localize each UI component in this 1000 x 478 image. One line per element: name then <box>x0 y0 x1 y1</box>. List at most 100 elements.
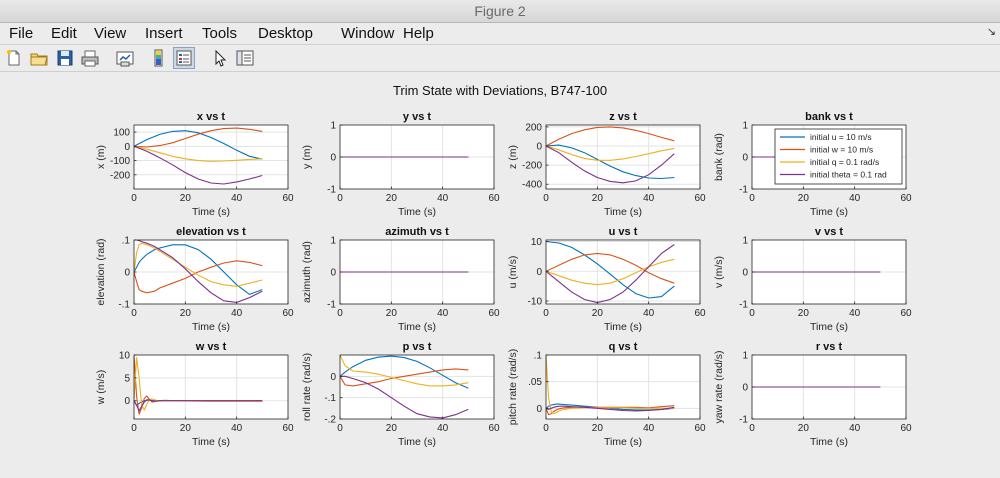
subplot-title: r vs t <box>816 341 843 353</box>
legend[interactable]: initial u = 10 m/s initial w = 10 m/s init… <box>774 128 903 185</box>
y-tick-label: -1 <box>327 185 336 196</box>
x-tick-label: 20 <box>592 423 604 434</box>
x-tick-label: 0 <box>543 423 549 434</box>
subplot-title: bank vs t <box>805 111 853 123</box>
y-tick-label: 1 <box>742 351 748 362</box>
y-tick-label: -.2 <box>324 415 336 426</box>
y-tick-label: 0 <box>536 267 542 278</box>
y-tick-label: .1 <box>534 351 543 362</box>
x-tick-label: 40 <box>437 308 449 319</box>
y-tick-label: 200 <box>525 122 542 133</box>
subplot-z-vs-t: 0 20 40 60 200 0 -200 -400 z vs t Time (s) z (m) <box>507 111 706 218</box>
menu-view[interactable]: View <box>94 23 126 44</box>
menu-file[interactable]: File <box>9 23 33 44</box>
menu-window[interactable]: Window <box>341 23 394 44</box>
y-axis-label: yaw rate (rad/s) <box>713 351 725 424</box>
x-tick-label: 60 <box>900 423 912 434</box>
legend-entry-3: initial q = 0.1 rad/s <box>810 157 879 167</box>
menu-desktop[interactable]: Desktop <box>258 23 313 44</box>
x-tick-label: 60 <box>488 423 500 434</box>
y-tick-label: 5 <box>124 373 130 384</box>
x-axis-label: Time (s) <box>192 321 230 333</box>
legend-entry-1: initial u = 10 m/s <box>810 132 872 142</box>
x-tick-label: 0 <box>337 193 343 204</box>
menu-help[interactable]: Help <box>403 23 434 44</box>
x-tick-label: 40 <box>849 193 861 204</box>
x-tick-label: 20 <box>180 423 192 434</box>
x-axis-label: Time (s) <box>810 206 848 218</box>
y-tick-label: 0 <box>742 268 748 279</box>
x-tick-label: 0 <box>337 423 343 434</box>
print-icon[interactable] <box>80 48 100 68</box>
subplot-title: q vs t <box>609 341 638 353</box>
y-tick-label: 0 <box>124 268 130 279</box>
y-axis-label: u (m/s) <box>507 256 519 289</box>
x-tick-label: 20 <box>798 193 810 204</box>
x-axis-label: Time (s) <box>810 321 848 333</box>
x-axis-label: Time (s) <box>398 321 436 333</box>
x-tick-label: 40 <box>231 423 243 434</box>
menu-edit[interactable]: Edit <box>51 23 77 44</box>
colorbar-icon[interactable] <box>149 48 169 68</box>
open-file-icon[interactable] <box>29 48 49 68</box>
x-tick-label: 20 <box>180 193 192 204</box>
x-axis-label: Time (s) <box>398 436 436 448</box>
x-tick-label: 20 <box>386 423 398 434</box>
x-axis-label: Time (s) <box>192 436 230 448</box>
save-icon[interactable] <box>55 48 75 68</box>
x-axis-label: Time (s) <box>604 321 642 333</box>
x-tick-label: 60 <box>282 423 294 434</box>
y-tick-label: -.1 <box>324 393 336 404</box>
legend-icon[interactable] <box>173 47 195 69</box>
y-tick-label: 0 <box>330 372 336 383</box>
subplot-y-vs-t: 0 20 40 6010-1y vs tTime (s)y (m) <box>301 111 500 218</box>
y-axis-label: z (m) <box>507 145 519 169</box>
x-tick-label: 20 <box>592 308 604 319</box>
subplot-bank-vs-t: 0 20 40 6010-1bank vs tTime (s)bank (rad) in… <box>713 111 912 218</box>
x-tick-label: 40 <box>643 193 655 204</box>
figure-canvas: Trim State with Deviations, B747-100 0 20… <box>0 72 1000 473</box>
link-plot-icon[interactable] <box>115 48 135 68</box>
x-axis-label: Time (s) <box>192 206 230 218</box>
menu-insert[interactable]: Insert <box>145 23 183 44</box>
y-tick-label: -1 <box>739 185 748 196</box>
subplot-elevation-vs-t: 0 20 40 60.10-.1elevation vs tTime (s)eleva… <box>95 226 294 333</box>
y-tick-label: 0 <box>742 153 748 164</box>
y-axis-label: y (m) <box>301 145 313 169</box>
subplot-w-vs-t: 0 20 40 60 10 5 0 w vs t Time (s) w (m/s) <box>95 341 294 448</box>
axes-background <box>340 355 494 419</box>
x-tick-label: 60 <box>282 193 294 204</box>
y-axis-label: x (m) <box>95 145 107 169</box>
x-tick-label: 0 <box>337 308 343 319</box>
new-figure-icon[interactable] <box>4 48 24 68</box>
x-tick-label: 0 <box>749 193 755 204</box>
y-axis-label: roll rate (rad/s) <box>301 353 313 421</box>
subplot-title: y vs t <box>403 111 431 123</box>
y-tick-label: 100 <box>113 128 130 139</box>
y-tick-label: -200 <box>110 170 130 181</box>
edit-plot-icon[interactable] <box>210 48 230 68</box>
subplot-v-vs-t: 0 20 40 6010-1v vs tTime (s)v (m/s) <box>713 226 912 333</box>
dock-arrow-icon[interactable]: ↘ <box>987 25 996 38</box>
menu-tools[interactable]: Tools <box>202 23 237 44</box>
axes-background <box>134 355 288 419</box>
y-tick-label: 0 <box>536 142 542 153</box>
window-title-bar: Figure 2 <box>0 0 1000 23</box>
x-tick-label: 40 <box>643 423 655 434</box>
y-axis-label: elevation (rad) <box>95 238 107 305</box>
x-axis-label: Time (s) <box>810 436 848 448</box>
y-tick-label: -1 <box>739 415 748 426</box>
y-axis-label: pitch rate (rad/s) <box>507 349 519 425</box>
subplot-title: elevation vs t <box>176 226 246 238</box>
subplot-azimuth-vs-t: 0 20 40 6010-1azimuth vs tTime (s)azimuth (… <box>301 226 500 333</box>
plot-tools-icon[interactable] <box>235 48 255 68</box>
x-tick-label: 60 <box>694 423 706 434</box>
x-tick-label: 40 <box>849 423 861 434</box>
y-axis-label: w (m/s) <box>95 370 107 405</box>
x-tick-label: 0 <box>131 423 137 434</box>
x-tick-label: 0 <box>131 193 137 204</box>
x-tick-label: 40 <box>849 308 861 319</box>
subplot-title: x vs t <box>197 111 225 123</box>
x-tick-label: 20 <box>386 308 398 319</box>
subplot-q-vs-t: 0 20 40 60 .1 .05 0 q vs t Time (s) pitch rate (r… <box>507 341 706 448</box>
